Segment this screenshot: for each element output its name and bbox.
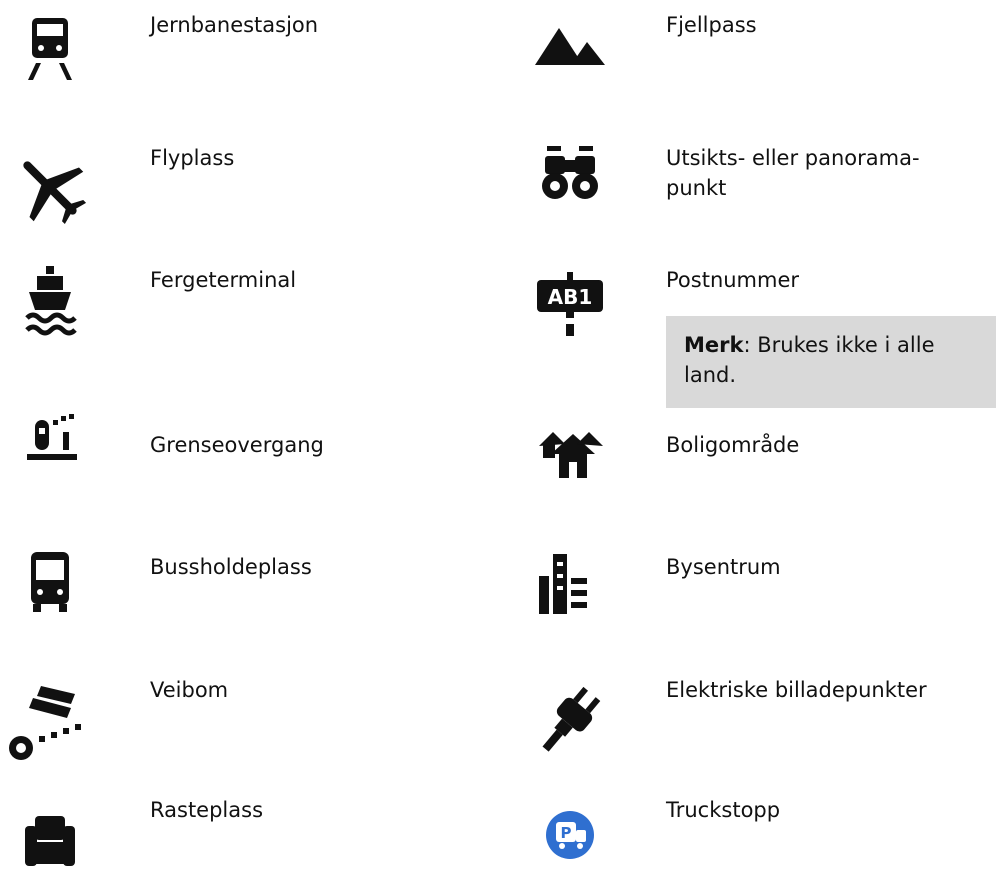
label-border-crossing: Grenseovergang bbox=[150, 433, 324, 457]
label-train-station: Jernbanestasjon bbox=[150, 13, 319, 37]
airplane-icon bbox=[5, 148, 95, 228]
label-residential: Boligområde bbox=[666, 433, 800, 457]
label-mountain-pass: Fjellpass bbox=[666, 13, 757, 37]
mountain-pass-icon bbox=[525, 10, 615, 90]
label-toll-barrier: Veibom bbox=[150, 678, 229, 702]
residential-houses-icon bbox=[525, 412, 615, 492]
label-ferry-terminal: Fergeterminal bbox=[150, 268, 297, 292]
city-center-icon bbox=[525, 540, 615, 620]
svg-text:P: P bbox=[561, 824, 572, 842]
label-airport: Flyplass bbox=[150, 146, 235, 170]
label-ev-charging: Elektriske billadepunkter bbox=[666, 678, 927, 702]
label-city-center: Bysentrum bbox=[666, 555, 781, 579]
label-rest-area: Rasteplass bbox=[150, 798, 264, 822]
ferry-icon bbox=[5, 262, 95, 342]
bus-icon bbox=[5, 542, 95, 622]
rest-area-icon bbox=[5, 800, 95, 880]
border-crossing-icon bbox=[5, 402, 95, 482]
label-viewpoint: Utsikts- eller panorama-punkt bbox=[666, 146, 920, 200]
label-postcode: Postnummer bbox=[666, 268, 800, 292]
postcode-sign-icon: AB1 bbox=[525, 268, 615, 348]
toll-barrier-icon bbox=[5, 680, 95, 760]
truck-stop-icon: P bbox=[525, 795, 615, 875]
note-prefix: Merk bbox=[684, 333, 744, 357]
binoculars-icon bbox=[525, 138, 615, 218]
ev-plug-icon bbox=[525, 680, 615, 760]
train-icon bbox=[5, 8, 95, 88]
postcode-note: Merk: Brukes ikke i alle land. bbox=[666, 316, 996, 408]
label-bus-stop: Bussholdeplass bbox=[150, 555, 312, 579]
svg-text:AB1: AB1 bbox=[548, 285, 593, 309]
label-truck-stop: Truckstopp bbox=[666, 798, 781, 822]
